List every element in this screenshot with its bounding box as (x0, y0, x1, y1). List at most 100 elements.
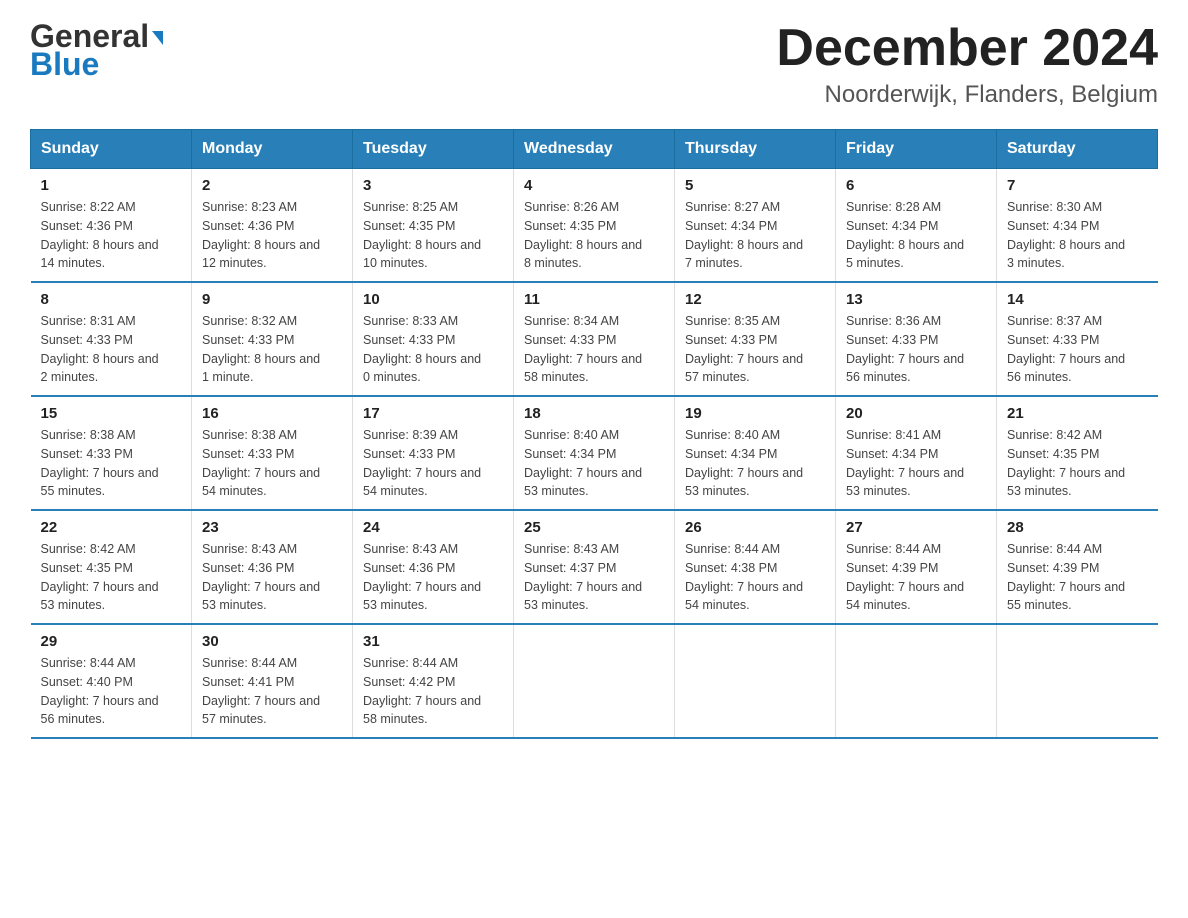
day-number: 3 (363, 177, 503, 194)
day-cell: 29 Sunrise: 8:44 AMSunset: 4:40 PMDaylig… (31, 624, 192, 738)
day-info: Sunrise: 8:32 AMSunset: 4:33 PMDaylight:… (202, 312, 342, 387)
header-cell-tuesday: Tuesday (353, 130, 514, 169)
week-row-4: 22 Sunrise: 8:42 AMSunset: 4:35 PMDaylig… (31, 510, 1158, 624)
day-number: 29 (41, 633, 182, 650)
day-number: 15 (41, 405, 182, 422)
day-info: Sunrise: 8:37 AMSunset: 4:33 PMDaylight:… (1007, 312, 1148, 387)
day-number: 30 (202, 633, 342, 650)
day-info: Sunrise: 8:25 AMSunset: 4:35 PMDaylight:… (363, 198, 503, 273)
day-number: 13 (846, 291, 986, 308)
day-cell: 21 Sunrise: 8:42 AMSunset: 4:35 PMDaylig… (997, 396, 1158, 510)
day-number: 18 (524, 405, 664, 422)
logo-blue-text: Blue (30, 48, 163, 80)
day-cell: 11 Sunrise: 8:34 AMSunset: 4:33 PMDaylig… (514, 282, 675, 396)
title-area: December 2024 Noorderwijk, Flanders, Bel… (776, 20, 1158, 109)
day-cell (997, 624, 1158, 738)
day-info: Sunrise: 8:34 AMSunset: 4:33 PMDaylight:… (524, 312, 664, 387)
day-info: Sunrise: 8:44 AMSunset: 4:41 PMDaylight:… (202, 654, 342, 729)
day-info: Sunrise: 8:38 AMSunset: 4:33 PMDaylight:… (41, 426, 182, 501)
day-cell: 20 Sunrise: 8:41 AMSunset: 4:34 PMDaylig… (836, 396, 997, 510)
day-cell: 26 Sunrise: 8:44 AMSunset: 4:38 PMDaylig… (675, 510, 836, 624)
day-cell: 12 Sunrise: 8:35 AMSunset: 4:33 PMDaylig… (675, 282, 836, 396)
day-info: Sunrise: 8:43 AMSunset: 4:36 PMDaylight:… (363, 540, 503, 615)
day-number: 12 (685, 291, 825, 308)
day-cell: 6 Sunrise: 8:28 AMSunset: 4:34 PMDayligh… (836, 169, 997, 283)
week-row-5: 29 Sunrise: 8:44 AMSunset: 4:40 PMDaylig… (31, 624, 1158, 738)
day-info: Sunrise: 8:40 AMSunset: 4:34 PMDaylight:… (524, 426, 664, 501)
logo: General Blue (30, 20, 163, 80)
day-cell: 31 Sunrise: 8:44 AMSunset: 4:42 PMDaylig… (353, 624, 514, 738)
day-info: Sunrise: 8:27 AMSunset: 4:34 PMDaylight:… (685, 198, 825, 273)
day-number: 20 (846, 405, 986, 422)
day-number: 28 (1007, 519, 1148, 536)
day-cell (675, 624, 836, 738)
day-number: 10 (363, 291, 503, 308)
day-number: 7 (1007, 177, 1148, 194)
day-info: Sunrise: 8:28 AMSunset: 4:34 PMDaylight:… (846, 198, 986, 273)
day-info: Sunrise: 8:43 AMSunset: 4:37 PMDaylight:… (524, 540, 664, 615)
page-header: General Blue December 2024 Noorderwijk, … (30, 20, 1158, 109)
day-number: 21 (1007, 405, 1148, 422)
day-cell: 8 Sunrise: 8:31 AMSunset: 4:33 PMDayligh… (31, 282, 192, 396)
day-cell: 13 Sunrise: 8:36 AMSunset: 4:33 PMDaylig… (836, 282, 997, 396)
header-cell-sunday: Sunday (31, 130, 192, 169)
day-number: 6 (846, 177, 986, 194)
day-number: 22 (41, 519, 182, 536)
day-cell: 4 Sunrise: 8:26 AMSunset: 4:35 PMDayligh… (514, 169, 675, 283)
day-cell: 9 Sunrise: 8:32 AMSunset: 4:33 PMDayligh… (192, 282, 353, 396)
header-cell-wednesday: Wednesday (514, 130, 675, 169)
day-info: Sunrise: 8:44 AMSunset: 4:40 PMDaylight:… (41, 654, 182, 729)
day-number: 5 (685, 177, 825, 194)
calendar-body: 1 Sunrise: 8:22 AMSunset: 4:36 PMDayligh… (31, 169, 1158, 739)
day-info: Sunrise: 8:44 AMSunset: 4:38 PMDaylight:… (685, 540, 825, 615)
day-number: 4 (524, 177, 664, 194)
day-info: Sunrise: 8:23 AMSunset: 4:36 PMDaylight:… (202, 198, 342, 273)
day-number: 11 (524, 291, 664, 308)
week-row-3: 15 Sunrise: 8:38 AMSunset: 4:33 PMDaylig… (31, 396, 1158, 510)
day-cell: 18 Sunrise: 8:40 AMSunset: 4:34 PMDaylig… (514, 396, 675, 510)
header-cell-friday: Friday (836, 130, 997, 169)
day-cell: 23 Sunrise: 8:43 AMSunset: 4:36 PMDaylig… (192, 510, 353, 624)
day-cell: 17 Sunrise: 8:39 AMSunset: 4:33 PMDaylig… (353, 396, 514, 510)
day-cell: 15 Sunrise: 8:38 AMSunset: 4:33 PMDaylig… (31, 396, 192, 510)
day-cell: 27 Sunrise: 8:44 AMSunset: 4:39 PMDaylig… (836, 510, 997, 624)
day-info: Sunrise: 8:40 AMSunset: 4:34 PMDaylight:… (685, 426, 825, 501)
day-cell: 3 Sunrise: 8:25 AMSunset: 4:35 PMDayligh… (353, 169, 514, 283)
day-cell: 2 Sunrise: 8:23 AMSunset: 4:36 PMDayligh… (192, 169, 353, 283)
day-info: Sunrise: 8:33 AMSunset: 4:33 PMDaylight:… (363, 312, 503, 387)
day-number: 16 (202, 405, 342, 422)
day-number: 26 (685, 519, 825, 536)
day-number: 2 (202, 177, 342, 194)
day-cell: 10 Sunrise: 8:33 AMSunset: 4:33 PMDaylig… (353, 282, 514, 396)
day-info: Sunrise: 8:38 AMSunset: 4:33 PMDaylight:… (202, 426, 342, 501)
day-cell (836, 624, 997, 738)
day-number: 14 (1007, 291, 1148, 308)
day-info: Sunrise: 8:22 AMSunset: 4:36 PMDaylight:… (41, 198, 182, 273)
day-cell: 19 Sunrise: 8:40 AMSunset: 4:34 PMDaylig… (675, 396, 836, 510)
day-info: Sunrise: 8:39 AMSunset: 4:33 PMDaylight:… (363, 426, 503, 501)
day-number: 31 (363, 633, 503, 650)
day-cell: 30 Sunrise: 8:44 AMSunset: 4:41 PMDaylig… (192, 624, 353, 738)
day-number: 19 (685, 405, 825, 422)
calendar-header: SundayMondayTuesdayWednesdayThursdayFrid… (31, 130, 1158, 169)
day-info: Sunrise: 8:41 AMSunset: 4:34 PMDaylight:… (846, 426, 986, 501)
day-info: Sunrise: 8:26 AMSunset: 4:35 PMDaylight:… (524, 198, 664, 273)
day-cell: 14 Sunrise: 8:37 AMSunset: 4:33 PMDaylig… (997, 282, 1158, 396)
day-info: Sunrise: 8:31 AMSunset: 4:33 PMDaylight:… (41, 312, 182, 387)
week-row-2: 8 Sunrise: 8:31 AMSunset: 4:33 PMDayligh… (31, 282, 1158, 396)
day-cell: 1 Sunrise: 8:22 AMSunset: 4:36 PMDayligh… (31, 169, 192, 283)
day-cell: 22 Sunrise: 8:42 AMSunset: 4:35 PMDaylig… (31, 510, 192, 624)
day-cell: 5 Sunrise: 8:27 AMSunset: 4:34 PMDayligh… (675, 169, 836, 283)
header-cell-saturday: Saturday (997, 130, 1158, 169)
header-cell-monday: Monday (192, 130, 353, 169)
day-info: Sunrise: 8:44 AMSunset: 4:42 PMDaylight:… (363, 654, 503, 729)
header-cell-thursday: Thursday (675, 130, 836, 169)
calendar-table: SundayMondayTuesdayWednesdayThursdayFrid… (30, 129, 1158, 739)
day-info: Sunrise: 8:44 AMSunset: 4:39 PMDaylight:… (1007, 540, 1148, 615)
day-info: Sunrise: 8:36 AMSunset: 4:33 PMDaylight:… (846, 312, 986, 387)
day-cell: 16 Sunrise: 8:38 AMSunset: 4:33 PMDaylig… (192, 396, 353, 510)
day-number: 8 (41, 291, 182, 308)
day-number: 17 (363, 405, 503, 422)
day-cell: 25 Sunrise: 8:43 AMSunset: 4:37 PMDaylig… (514, 510, 675, 624)
day-cell (514, 624, 675, 738)
